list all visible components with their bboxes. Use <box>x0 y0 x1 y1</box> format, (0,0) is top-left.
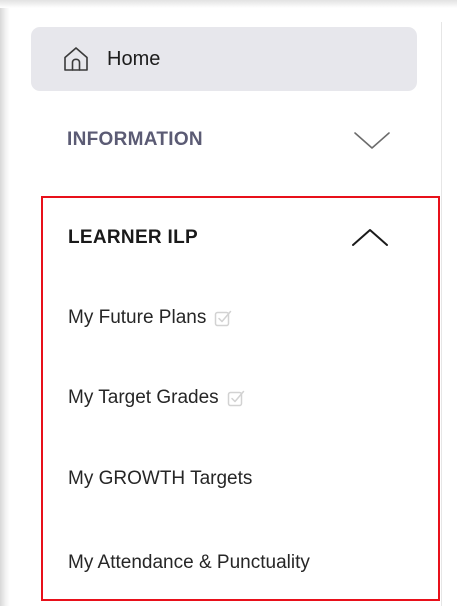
sidebar-item-label: My Target Grades <box>68 387 219 408</box>
section-information-title: INFORMATION <box>67 129 203 150</box>
sidebar-item-home[interactable]: Home <box>31 27 417 91</box>
section-information-toggle[interactable]: INFORMATION <box>31 120 417 160</box>
section-learner-ilp-title: LEARNER ILP <box>68 227 198 248</box>
sidebar-item-my-target-grades[interactable]: My Target Grades <box>68 383 245 413</box>
learner-ilp-section: LEARNER ILP My Future Plans My Target Gr… <box>41 196 440 601</box>
chevron-up-icon <box>350 226 390 250</box>
section-learner-ilp-toggle[interactable]: LEARNER ILP <box>43 218 438 258</box>
check-icon <box>227 389 245 407</box>
top-shadow <box>0 0 457 8</box>
check-icon <box>214 309 232 327</box>
home-icon <box>61 44 91 74</box>
sidebar-item-my-attendance-punctuality[interactable]: My Attendance & Punctuality <box>68 548 310 578</box>
sidebar-item-label: My GROWTH Targets <box>68 468 253 489</box>
divider <box>441 22 442 606</box>
sidebar-item-home-label: Home <box>107 47 161 70</box>
sidebar-item-my-growth-targets[interactable]: My GROWTH Targets <box>68 464 252 494</box>
sidebar-shadow <box>0 0 10 606</box>
sidebar-item-label: My Attendance & Punctuality <box>68 552 310 573</box>
sidebar-item-my-future-plans[interactable]: My Future Plans <box>68 303 232 333</box>
sidebar: Home INFORMATION LEARNER ILP My Future P… <box>10 8 442 606</box>
sidebar-item-label: My Future Plans <box>68 307 207 328</box>
chevron-down-icon <box>352 128 392 152</box>
